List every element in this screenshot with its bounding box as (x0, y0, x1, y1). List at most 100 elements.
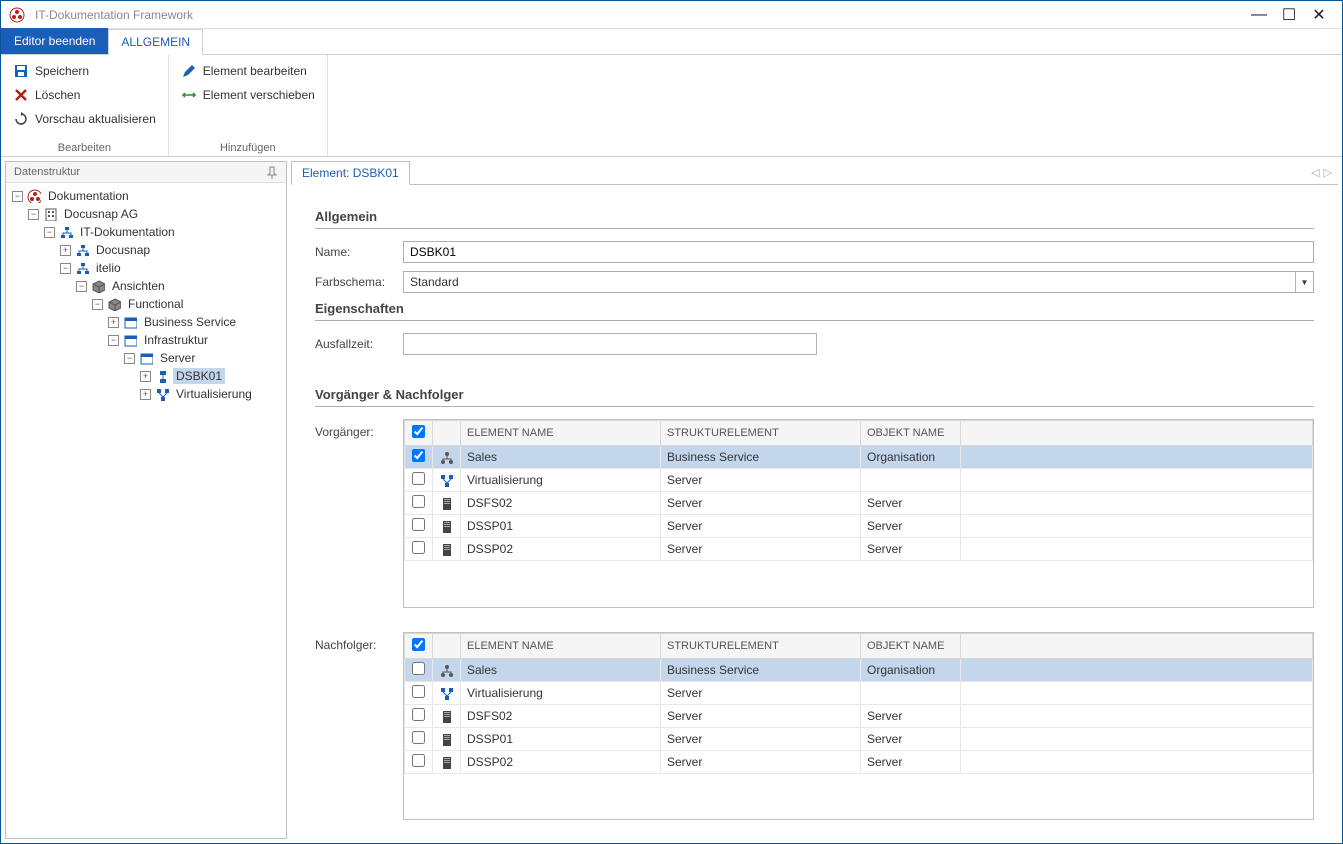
tree-node[interactable]: +Virtualisierung (12, 385, 280, 403)
minimize-button[interactable]: — (1244, 6, 1274, 24)
row-checkbox[interactable] (412, 541, 425, 554)
nodes-icon (439, 686, 454, 700)
tree: −Dokumentation−Docusnap AG−IT-Dokumentat… (6, 183, 286, 838)
tab-allgemein[interactable]: ALLGEMEIN (108, 29, 203, 55)
maximize-button[interactable]: ☐ (1274, 5, 1304, 25)
refresh-preview-button[interactable]: Vorschau aktualisieren (11, 109, 158, 129)
row-checkbox[interactable] (412, 754, 425, 767)
table-row[interactable]: DSFS02ServerServer (405, 704, 1313, 727)
tree-node[interactable]: − Docusnap AG (12, 205, 280, 223)
table-row[interactable]: DSFS02ServerServer (405, 492, 1313, 515)
tree-label: Infrastruktur (141, 332, 211, 348)
save-icon (13, 63, 29, 79)
cube-icon (107, 297, 121, 311)
tree-node[interactable]: − Ansichten (12, 277, 280, 295)
table-row[interactable]: DSSP02ServerServer (405, 750, 1313, 773)
tree-toggle-icon[interactable]: − (28, 209, 39, 220)
nodes-icon (155, 387, 169, 401)
main: Element: DSBK01 ◁ ▷ Allgemein Name: Farb… (291, 161, 1338, 839)
row-checkbox[interactable] (412, 662, 425, 675)
tab-next-icon[interactable]: ▷ (1324, 166, 1332, 179)
tree-toggle-icon[interactable]: + (108, 317, 119, 328)
server-icon (439, 519, 454, 533)
tab-editor-beenden[interactable]: Editor beenden (1, 28, 108, 54)
name-label: Name: (315, 245, 403, 259)
server-icon (439, 542, 454, 556)
pin-icon[interactable] (264, 165, 278, 179)
row-checkbox[interactable] (412, 708, 425, 721)
tree-toggle-icon[interactable]: − (124, 353, 135, 364)
table-row[interactable]: DSSP01ServerServer (405, 727, 1313, 750)
tree-label: Dokumentation (45, 188, 132, 204)
row-checkbox[interactable] (412, 495, 425, 508)
move-icon (181, 87, 197, 103)
col-objekt: OBJEKT NAME (861, 633, 961, 658)
section-allgemein: Allgemein (315, 209, 1314, 224)
tree-node[interactable]: − Infrastruktur (12, 331, 280, 349)
save-button[interactable]: Speichern (11, 61, 158, 81)
tree-toggle-icon[interactable]: + (140, 389, 151, 400)
col-element: ELEMENT NAME (461, 421, 661, 446)
tree-node[interactable]: − Dokumentation (12, 187, 280, 205)
table-row[interactable]: DSSP01ServerServer (405, 515, 1313, 538)
table-row[interactable]: SalesBusiness ServiceOrganisation (405, 446, 1313, 469)
tree-label: IT-Dokumentation (77, 224, 178, 240)
sidebar-title: Datenstruktur (6, 162, 286, 183)
section-eigenschaften: Eigenschaften (315, 301, 1314, 316)
tree-toggle-icon[interactable]: − (92, 299, 103, 310)
server-icon (439, 732, 454, 746)
header-checkbox[interactable] (412, 638, 425, 651)
tree-toggle-icon[interactable]: + (140, 371, 151, 382)
tree-node[interactable]: −Functional (12, 295, 280, 313)
farbschema-label: Farbschema: (315, 275, 403, 289)
ausfallzeit-input[interactable] (403, 333, 817, 355)
table-row[interactable]: DSSP02ServerServer (405, 538, 1313, 561)
vorgaenger-grid: ELEMENT NAMESTRUKTURELEMENTOBJEKT NAMESa… (403, 419, 1314, 608)
header-checkbox[interactable] (412, 425, 425, 438)
tree-node[interactable]: +Business Service (12, 313, 280, 331)
tree-node[interactable]: − IT-Dokumentation (12, 223, 280, 241)
server-icon (439, 709, 454, 723)
table-row[interactable]: VirtualisierungServer (405, 469, 1313, 492)
tree-toggle-icon[interactable]: − (108, 335, 119, 346)
window-icon (123, 315, 137, 329)
window-title: IT-Dokumentation Framework (35, 8, 1244, 22)
table-row[interactable]: SalesBusiness ServiceOrganisation (405, 658, 1313, 681)
tree-toggle-icon[interactable]: + (60, 245, 71, 256)
ribbon-group-label-bearbeiten: Bearbeiten (11, 142, 158, 154)
farbschema-select[interactable]: Standard ▼ (403, 271, 1314, 293)
name-input[interactable] (403, 241, 1314, 263)
refresh-icon (13, 111, 29, 127)
row-checkbox[interactable] (412, 518, 425, 531)
sidebar: Datenstruktur −Dokumentation−Docusnap AG… (5, 161, 287, 839)
row-checkbox[interactable] (412, 449, 425, 462)
tree-toggle-icon[interactable]: − (44, 227, 55, 238)
tree-node[interactable]: + DSBK01 (12, 367, 280, 385)
tree-node[interactable]: +Docusnap (12, 241, 280, 259)
table-row[interactable]: VirtualisierungServer (405, 681, 1313, 704)
tree-label: DSBK01 (173, 368, 225, 384)
edit-element-button[interactable]: Element bearbeiten (179, 61, 317, 81)
row-checkbox[interactable] (412, 685, 425, 698)
tree-label: itelio (93, 260, 124, 276)
tree-label: Ansichten (109, 278, 168, 294)
tree-toggle-icon[interactable]: − (60, 263, 71, 274)
row-checkbox[interactable] (412, 472, 425, 485)
vorgaenger-label: Vorgänger: (315, 419, 389, 439)
tab-prev-icon[interactable]: ◁ (1311, 166, 1319, 179)
row-checkbox[interactable] (412, 731, 425, 744)
tree-node[interactable]: −Server (12, 349, 280, 367)
ribbon-group-label-hinzufuegen: Hinzufügen (179, 142, 317, 154)
tree-toggle-icon[interactable]: − (12, 191, 23, 202)
close-button[interactable]: ✕ (1304, 5, 1334, 25)
tree-label: Docusnap AG (61, 206, 141, 222)
content-tab-element[interactable]: Element: DSBK01 (291, 161, 410, 185)
tree-toggle-icon[interactable]: − (76, 281, 87, 292)
delete-button[interactable]: Löschen (11, 85, 158, 105)
nodes-icon (439, 473, 454, 487)
org-icon (439, 450, 454, 464)
ribbon: Speichern Löschen Vorschau aktualisieren… (1, 55, 1342, 157)
move-element-button[interactable]: Element verschieben (179, 85, 317, 105)
tree-node[interactable]: − itelio (12, 259, 280, 277)
chevron-down-icon[interactable]: ▼ (1296, 271, 1314, 293)
